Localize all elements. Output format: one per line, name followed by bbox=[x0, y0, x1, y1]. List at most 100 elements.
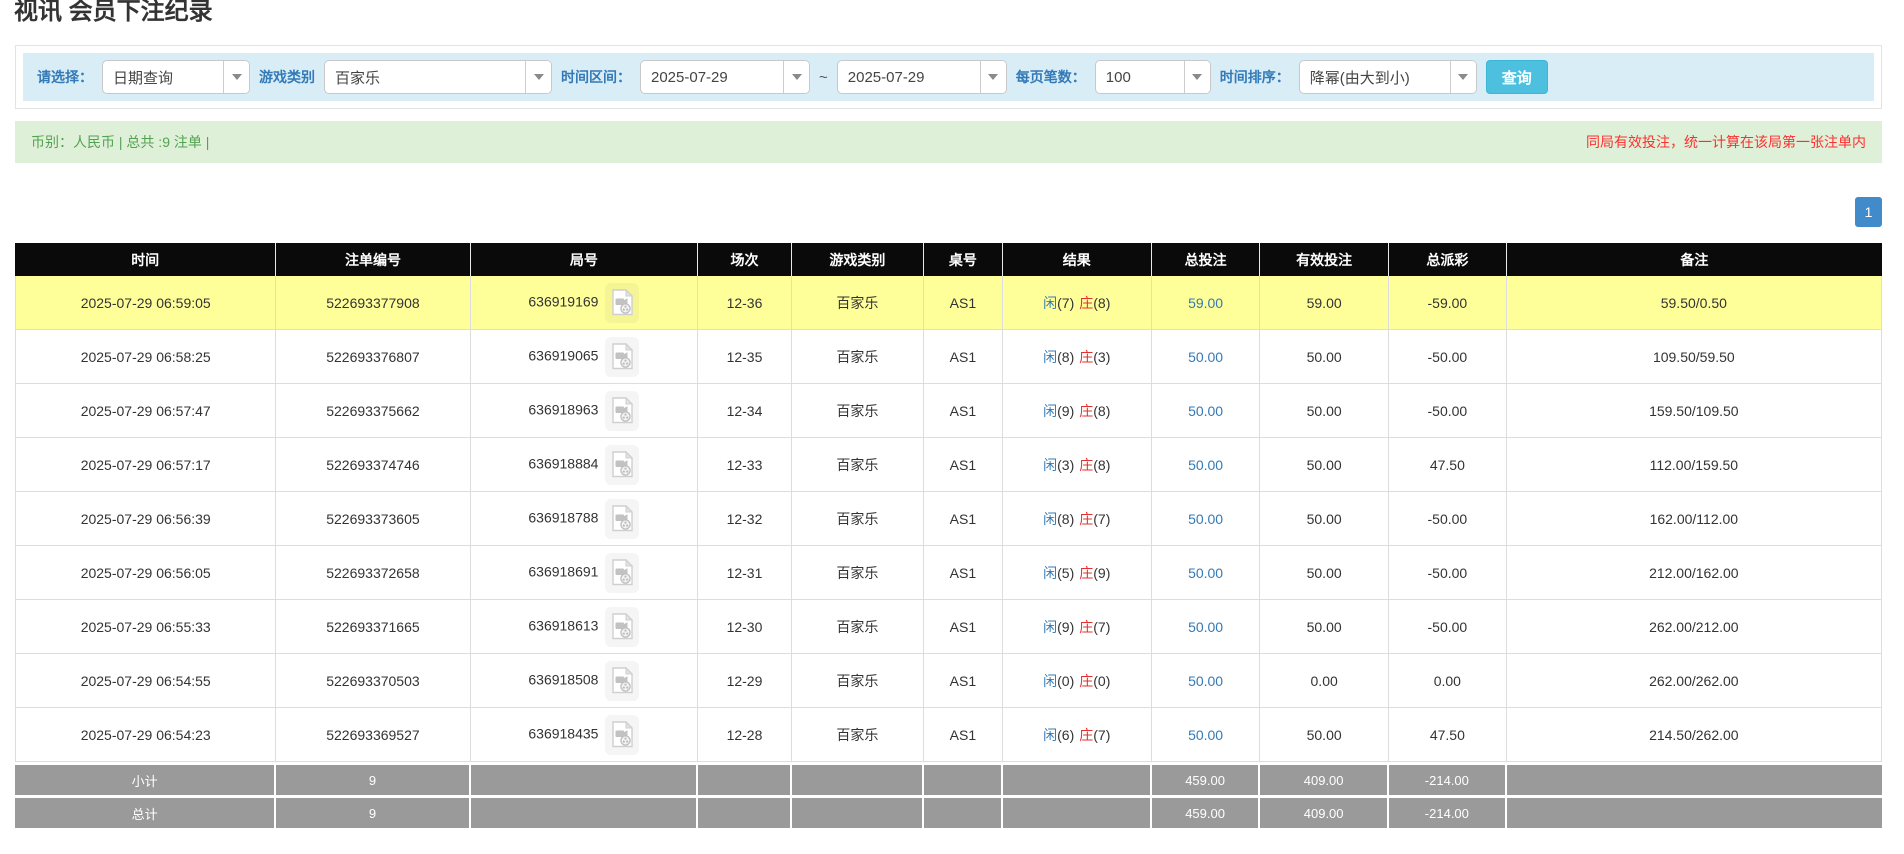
table-header-row: 时间 注单编号 局号 场次 游戏类别 桌号 结果 总投注 有效投注 总派彩 备注 bbox=[15, 243, 1882, 276]
query-type-select[interactable]: 日期查询 bbox=[102, 60, 250, 94]
cell-table-no: AS1 bbox=[924, 546, 1003, 600]
result-player-score: (7) bbox=[1057, 294, 1075, 311]
table-row: 2025-07-29 06:56:39 522693373605 636918788… bbox=[15, 492, 1882, 546]
video-file-icon bbox=[612, 559, 634, 586]
cell-time: 2025-07-29 06:56:39 bbox=[15, 492, 277, 546]
total-bet-link[interactable]: 50.00 bbox=[1188, 727, 1223, 743]
cell-valid-bet: 50.00 bbox=[1260, 330, 1390, 384]
cell-table-no: AS1 bbox=[924, 600, 1003, 654]
search-button[interactable]: 查询 bbox=[1485, 60, 1548, 94]
total-bet-link[interactable]: 50.00 bbox=[1188, 619, 1223, 635]
video-file-icon bbox=[612, 721, 634, 748]
result-player-label: 闲 bbox=[1043, 618, 1058, 635]
query-type-label: 请选择： bbox=[37, 69, 93, 85]
cell-remark: 59.50/0.50 bbox=[1506, 276, 1882, 330]
total-bet-link[interactable]: 50.00 bbox=[1188, 511, 1223, 527]
result-banker-score: (8) bbox=[1093, 456, 1111, 473]
round-id-text: 636918508 bbox=[528, 671, 599, 688]
cell-time: 2025-07-29 06:54:55 bbox=[15, 654, 277, 708]
cell-valid-bet: 50.00 bbox=[1260, 384, 1390, 438]
cell-total-bet: 50.00 bbox=[1151, 546, 1261, 600]
cell-valid-bet: 50.00 bbox=[1260, 708, 1390, 762]
cell-game-type: 百家乐 bbox=[791, 276, 925, 330]
sort-select[interactable]: 降幂(由大到小) bbox=[1298, 60, 1477, 94]
cell-remark: 159.50/109.50 bbox=[1506, 384, 1882, 438]
cell-game-type: 百家乐 bbox=[791, 708, 925, 762]
chevron-down-icon[interactable] bbox=[1449, 61, 1476, 93]
table-body: 2025-07-29 06:59:05 522693377908 636919169… bbox=[15, 276, 1882, 762]
video-replay-button[interactable] bbox=[605, 282, 640, 323]
cell-total-bet: 59.00 bbox=[1151, 276, 1261, 330]
cell-round-id: 636919169 bbox=[470, 276, 699, 330]
cell-remark: 109.50/59.50 bbox=[1506, 330, 1882, 384]
cell-total-bet: 50.00 bbox=[1151, 654, 1261, 708]
chevron-down-icon[interactable] bbox=[223, 61, 249, 93]
chevron-down-icon[interactable] bbox=[1183, 61, 1210, 93]
cell-payout: -50.00 bbox=[1389, 492, 1507, 546]
round-id-text: 636918788 bbox=[528, 509, 599, 526]
video-file-icon bbox=[612, 613, 634, 640]
video-replay-button[interactable] bbox=[605, 390, 640, 431]
date-range-separator: ~ bbox=[819, 68, 828, 86]
cell-game-type: 百家乐 bbox=[791, 546, 925, 600]
result-player-score: (8) bbox=[1057, 510, 1075, 527]
subtotal-count: 9 bbox=[276, 762, 471, 795]
video-replay-button[interactable] bbox=[605, 606, 640, 647]
subtotal-payout: -214.00 bbox=[1389, 762, 1507, 795]
cell-bet-id: 522693371665 bbox=[276, 600, 471, 654]
result-player-score: (0) bbox=[1057, 672, 1075, 689]
video-replay-button[interactable] bbox=[605, 660, 640, 701]
cell-bet-id: 522693373605 bbox=[276, 492, 471, 546]
date-from-select[interactable]: 2025-07-29 bbox=[640, 60, 810, 94]
result-banker-score: (7) bbox=[1093, 726, 1111, 743]
total-bet-link[interactable]: 50.00 bbox=[1188, 403, 1223, 419]
cell-valid-bet: 59.00 bbox=[1260, 276, 1390, 330]
cell-payout: 47.50 bbox=[1389, 438, 1507, 492]
total-bet-link[interactable]: 50.00 bbox=[1188, 457, 1223, 473]
subtotal-valid-bet: 409.00 bbox=[1260, 762, 1390, 795]
cell-time: 2025-07-29 06:59:05 bbox=[15, 276, 277, 330]
video-replay-button[interactable] bbox=[605, 444, 640, 485]
total-bet-link[interactable]: 59.00 bbox=[1188, 295, 1223, 311]
cell-bet-id: 522693372658 bbox=[276, 546, 471, 600]
chevron-down-icon[interactable] bbox=[979, 61, 1006, 93]
total-bet-link[interactable]: 50.00 bbox=[1188, 565, 1223, 581]
cell-result: 闲(6) 庄(7) bbox=[1002, 708, 1152, 762]
cell-valid-bet: 0.00 bbox=[1260, 654, 1390, 708]
video-replay-button[interactable] bbox=[605, 498, 640, 539]
cell-round-id: 636918963 bbox=[470, 384, 699, 438]
table-row: 2025-07-29 06:59:05 522693377908 636919169… bbox=[15, 276, 1882, 330]
video-replay-button[interactable] bbox=[605, 552, 640, 593]
page-1-button[interactable]: 1 bbox=[1855, 197, 1882, 227]
result-player-label: 闲 bbox=[1043, 348, 1058, 365]
cell-time: 2025-07-29 06:57:47 bbox=[15, 384, 277, 438]
page-size-select[interactable]: 100 bbox=[1094, 60, 1211, 94]
table-row: 2025-07-29 06:56:05 522693372658 636918691… bbox=[15, 546, 1882, 600]
cell-valid-bet: 50.00 bbox=[1260, 492, 1390, 546]
subtotal-total-bet: 459.00 bbox=[1151, 762, 1261, 795]
result-banker-score: (8) bbox=[1093, 402, 1111, 419]
cell-total-bet: 50.00 bbox=[1151, 330, 1261, 384]
game-type-select[interactable]: 百家乐 bbox=[324, 60, 552, 94]
cell-result: 闲(8) 庄(3) bbox=[1002, 330, 1152, 384]
cell-round-id: 636918508 bbox=[470, 654, 699, 708]
cell-round-id: 636918691 bbox=[470, 546, 699, 600]
video-replay-button[interactable] bbox=[605, 714, 640, 755]
date-to-select[interactable]: 2025-07-29 bbox=[836, 60, 1007, 94]
header-remark: 备注 bbox=[1506, 243, 1882, 276]
cell-session: 12-33 bbox=[698, 438, 792, 492]
total-bet-link[interactable]: 50.00 bbox=[1188, 349, 1223, 365]
query-type-value: 日期查询 bbox=[113, 69, 174, 87]
round-id-text: 636918691 bbox=[528, 563, 599, 580]
cell-total-bet: 50.00 bbox=[1151, 600, 1261, 654]
cell-result: 闲(0) 庄(0) bbox=[1002, 654, 1152, 708]
cell-round-id: 636918435 bbox=[470, 708, 699, 762]
table-row: 2025-07-29 06:57:47 522693375662 636918963… bbox=[15, 384, 1882, 438]
chevron-down-icon[interactable] bbox=[525, 61, 551, 93]
cell-session: 12-35 bbox=[698, 330, 792, 384]
total-bet-link[interactable]: 50.00 bbox=[1188, 673, 1223, 689]
video-replay-button[interactable] bbox=[605, 336, 640, 377]
cell-game-type: 百家乐 bbox=[791, 384, 925, 438]
video-file-icon bbox=[612, 505, 634, 532]
chevron-down-icon[interactable] bbox=[783, 61, 809, 93]
